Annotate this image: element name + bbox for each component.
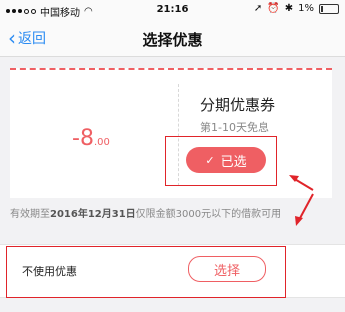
coupon-description: 第1-10天免息 xyxy=(200,121,269,134)
validity-prefix: 有效期至 xyxy=(10,209,50,220)
coupon-amount-decimal: .00 xyxy=(93,137,110,148)
status-right: ➚ ⏰ ✱ 1% xyxy=(254,3,339,14)
annotation-box-selected xyxy=(165,136,277,186)
annotation-arrow-up xyxy=(289,175,314,191)
validity-suffix: 仅限金额3000元以下的借款可用 xyxy=(135,209,282,220)
battery-percent: 1% xyxy=(298,3,314,14)
status-bar: 中国移动 ◠ 21:16 ➚ ⏰ ✱ 1% xyxy=(0,0,345,20)
location-icon: ➚ xyxy=(253,3,263,14)
coupon-top-edge xyxy=(10,68,332,73)
annotation-arrows xyxy=(289,175,314,226)
bluetooth-icon: ✱ xyxy=(284,3,294,14)
battery-icon xyxy=(319,3,339,14)
navigation-bar: ‹ 返回 选择优惠 xyxy=(0,20,345,57)
annotation-box-no-coupon xyxy=(6,246,286,298)
coupon-amount-integer: -8 xyxy=(72,126,94,151)
alarm-icon: ⏰ xyxy=(267,3,280,14)
coupon-name: 分期优惠券 xyxy=(200,96,276,114)
page-title: 选择优惠 xyxy=(142,31,203,49)
validity-date: 2016年12月31日 xyxy=(50,209,136,220)
coupon-amount: -8.00 xyxy=(72,126,110,151)
annotation-arrow-down xyxy=(295,193,314,226)
